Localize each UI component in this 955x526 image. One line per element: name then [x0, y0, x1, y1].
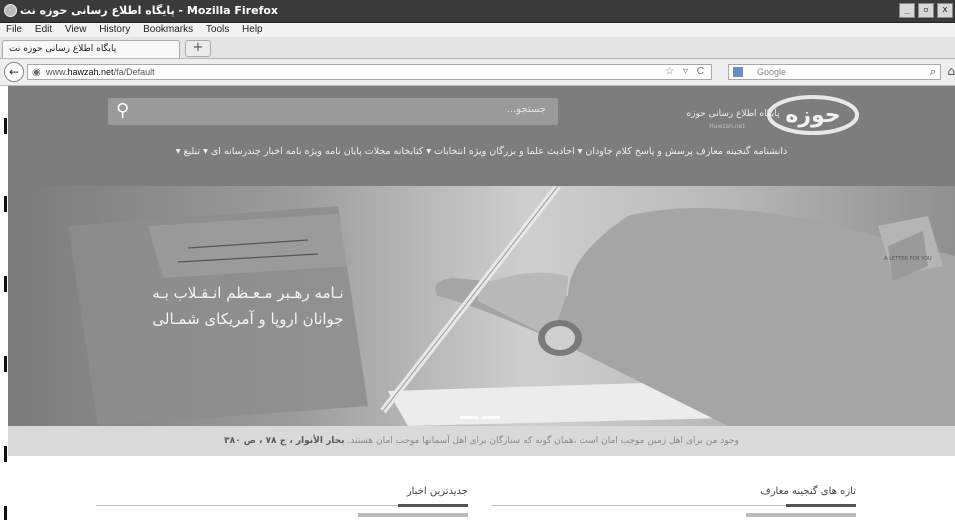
menu-edit[interactable]: Edit: [35, 23, 52, 37]
edge-mark: [4, 356, 7, 372]
site-header: ⚲ جستجو... حوزه پایگاه اطلاع رسانی حوزه …: [8, 86, 955, 186]
truncated-item: [746, 512, 856, 517]
edge-mark: [4, 446, 7, 462]
url-text: www.hawzah.net/fa/Default: [46, 65, 155, 79]
url-host: hawzah.net: [67, 67, 114, 77]
edge-mark: [4, 506, 7, 520]
slider-dot[interactable]: [460, 416, 478, 419]
menu-view[interactable]: View: [65, 23, 87, 37]
back-button[interactable]: ←: [4, 62, 24, 82]
slider-dots[interactable]: [460, 416, 500, 419]
magnifier-icon[interactable]: ⌕: [930, 65, 936, 79]
list-item[interactable]: [96, 510, 468, 518]
logo-graphic: حوزه پایگاه اطلاع رسانی حوزه Hawzah.net: [686, 95, 859, 135]
quote-text: وجود من برای اهل زمین موجب امان است ،هما…: [347, 436, 739, 446]
section-rule: [96, 504, 468, 507]
home-icon[interactable]: ⌂: [947, 64, 955, 78]
url-bar[interactable]: ◉ www.hawzah.net/fa/Default ☆ ▿ C: [27, 64, 712, 80]
tab-hawzah[interactable]: پایگاه اطلاع رسانی حوزه نت: [2, 40, 180, 58]
edge-mark: [4, 196, 7, 212]
latest-news-title[interactable]: جدیدترین اخبار: [96, 486, 468, 497]
tab-bar: پایگاه اطلاع رسانی حوزه نت +: [0, 37, 955, 59]
section-rule: [492, 504, 856, 507]
maximize-button[interactable]: ▫: [918, 3, 934, 18]
main-nav[interactable]: دانشنامه گنجینه معارف پرسش و پاسخ کلام ج…: [8, 146, 955, 157]
window-titlebar: پایگاه اطلاع رسانی حوزه نت - Mozilla Fir…: [0, 0, 955, 23]
url-action-icons[interactable]: ☆ ▿ C: [665, 65, 707, 79]
logo-sub: Hawzah.net: [709, 123, 745, 130]
firefox-icon: [4, 4, 17, 17]
hero-image: A LETTER FOR YOU: [68, 186, 955, 426]
google-icon: [733, 67, 743, 77]
section-rule-accent: [786, 504, 856, 507]
slider-dot[interactable]: [482, 416, 500, 419]
menu-help[interactable]: Help: [242, 23, 263, 37]
window-title: پایگاه اطلاع رسانی حوزه نت - Mozilla Fir…: [20, 4, 279, 17]
quote-source: بحار الأنوار ، ج ۷۸ ، ص ۳۸۰: [224, 436, 345, 446]
search-icon[interactable]: ⚲: [116, 100, 129, 121]
minimize-button[interactable]: _: [899, 3, 915, 18]
window-controls: _ ▫ x: [899, 3, 953, 18]
edge-mark: [4, 276, 7, 292]
close-button[interactable]: x: [937, 3, 953, 18]
list-item[interactable]: [492, 510, 856, 518]
site-search-placeholder: جستجو...: [506, 104, 546, 115]
hero-headline-line1: نـامه رهـبر مـعـظم انـقـلاب بـه: [152, 284, 344, 302]
site-logo[interactable]: حوزه پایگاه اطلاع رسانی حوزه Hawzah.net: [683, 94, 861, 136]
globe-icon: ◉: [32, 67, 41, 78]
menu-tools[interactable]: Tools: [206, 23, 229, 37]
menu-history[interactable]: History: [99, 23, 130, 37]
browser-search-bar[interactable]: Google ⌕: [728, 64, 941, 80]
hero-headline-line2: جوانان اروپا و آمریکای شمـالی: [152, 310, 344, 328]
logo-tagline: پایگاه اطلاع رسانی حوزه: [686, 107, 780, 119]
site-search-input[interactable]: ⚲ جستجو...: [108, 98, 558, 125]
hero-slider[interactable]: A LETTER FOR YOU نـامه رهـبر مـعـظم انـق…: [8, 186, 955, 426]
latest-news-section: جدیدترین اخبار: [96, 486, 468, 526]
logo-text: حوزه: [785, 103, 840, 128]
navigation-bar: ← ◉ www.hawzah.net/fa/Default ☆ ▿ C Goog…: [0, 59, 955, 86]
letter-badge: A LETTER FOR YOU: [884, 256, 932, 262]
edge-mark: [4, 118, 7, 134]
url-path: /fa/Default: [113, 67, 155, 77]
new-tab-button[interactable]: +: [185, 40, 211, 57]
treasure-section: تازه های گنجینه معارف: [492, 486, 856, 526]
menu-file[interactable]: File: [6, 23, 22, 37]
menu-bar: File Edit View History Bookmarks Tools H…: [0, 23, 955, 37]
truncated-item: [358, 512, 468, 517]
browser-search-placeholder: Google: [757, 67, 787, 77]
treasure-title[interactable]: تازه های گنجینه معارف: [492, 486, 856, 497]
hadith-quote: وجود من برای اهل زمین موجب امان است ،هما…: [8, 426, 955, 456]
section-rule-accent: [398, 504, 468, 507]
url-prefix: www.: [46, 67, 68, 77]
menu-bookmarks[interactable]: Bookmarks: [143, 23, 193, 37]
